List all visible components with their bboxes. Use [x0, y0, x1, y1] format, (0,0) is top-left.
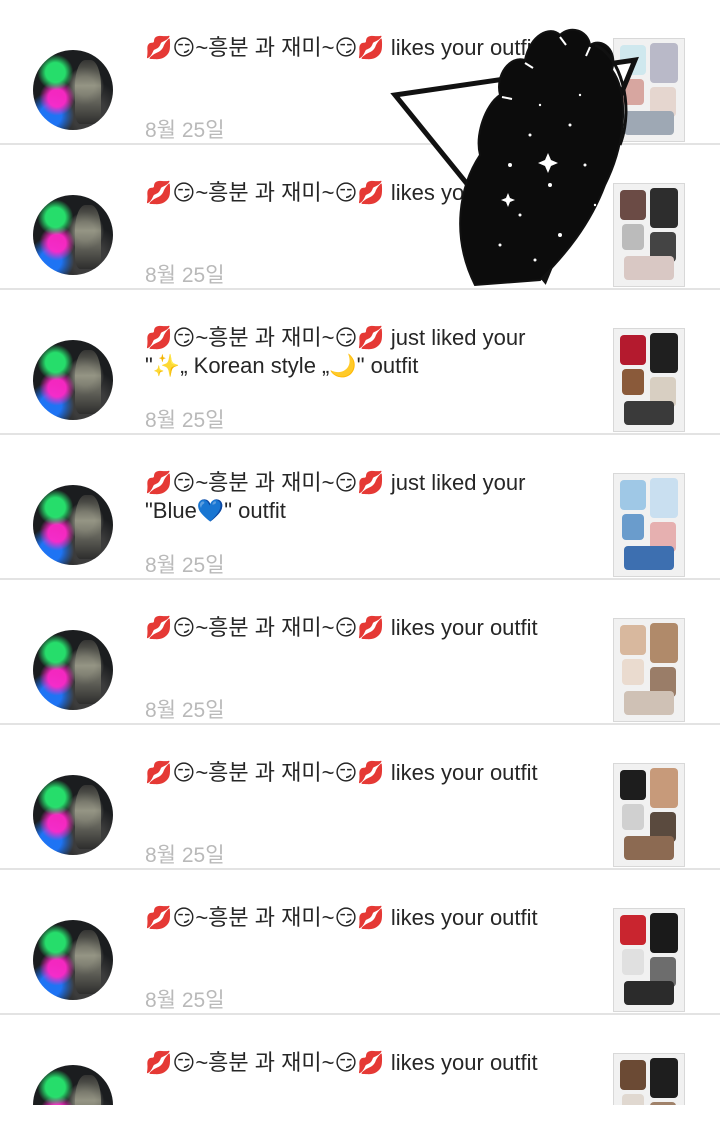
thumbnail-item: [622, 1094, 644, 1105]
notification-text: 💋😏~흥분 과 재미~😏💋 likes your outfit: [145, 759, 595, 787]
notification-date: 8월 25일: [145, 409, 225, 432]
user-avatar[interactable]: [33, 485, 113, 565]
thumbnail-item: [620, 625, 646, 655]
thumbnail-item: [650, 1058, 678, 1098]
thumbnail-item: [624, 111, 674, 135]
outfit-title[interactable]: "✨„ Korean style „🌙" outfit: [145, 352, 595, 380]
notification-text: 💋😏~흥분 과 재미~😏💋 likes your outfit: [145, 1049, 595, 1077]
thumbnail-item: [650, 768, 678, 808]
thumbnail-item: [650, 188, 678, 228]
notification-date: 8월 25일: [145, 699, 225, 722]
thumbnail-item: [650, 623, 678, 663]
user-avatar[interactable]: [33, 340, 113, 420]
notification-row[interactable]: 💋😏~흥분 과 재미~😏💋 likes your outfit 8월 25일: [0, 725, 720, 870]
notification-date: 8월 25일: [145, 554, 225, 577]
outfit-thumbnail[interactable]: [613, 763, 685, 867]
notification-text: 💋😏~흥분 과 재미~😏💋 likes your outfit: [145, 904, 595, 932]
thumbnail-item: [622, 369, 644, 395]
thumbnail-item: [622, 79, 644, 105]
outfit-thumbnail[interactable]: [613, 908, 685, 1012]
user-avatar[interactable]: [33, 775, 113, 855]
action-text: likes your outfit: [390, 35, 538, 60]
action-text: likes your outfit: [390, 615, 538, 640]
outfit-thumbnail[interactable]: [613, 1053, 685, 1105]
user-name[interactable]: 💋😏~흥분 과 재미~😏💋: [145, 760, 385, 785]
notification-text: 💋😏~흥분 과 재미~😏💋 likes your outfit: [145, 179, 595, 207]
thumbnail-item: [624, 256, 674, 280]
notification-text: 💋😏~흥분 과 재미~😏💋 just liked your "Blue💙" ou…: [145, 469, 595, 525]
thumbnail-item: [624, 401, 674, 425]
action-text: just liked your: [390, 470, 526, 495]
thumbnail-item: [624, 981, 674, 1005]
user-name[interactable]: 💋😏~흥분 과 재미~😏💋: [145, 470, 385, 495]
outfit-thumbnail[interactable]: [613, 328, 685, 432]
outfit-thumbnail[interactable]: [613, 618, 685, 722]
thumbnail-item: [650, 43, 678, 83]
thumbnail-item: [622, 659, 644, 685]
outfit-thumbnail[interactable]: [613, 183, 685, 287]
action-text: likes your outfit: [390, 180, 538, 205]
thumbnail-item: [620, 1060, 646, 1090]
user-name[interactable]: 💋😏~흥분 과 재미~😏💋: [145, 325, 385, 350]
action-text: likes your outfit: [390, 905, 538, 930]
thumbnail-item: [624, 836, 674, 860]
notification-text: 💋😏~흥분 과 재미~😏💋 likes your outfit: [145, 34, 595, 62]
outfit-thumbnail[interactable]: [613, 473, 685, 577]
thumbnail-item: [624, 691, 674, 715]
user-avatar[interactable]: [33, 920, 113, 1000]
notification-date: 8월 25일: [145, 844, 225, 867]
thumbnail-item: [620, 770, 646, 800]
thumbnail-item: [622, 949, 644, 975]
notification-row[interactable]: 💋😏~흥분 과 재미~😏💋 likes your outfit 8월 25일: [0, 145, 720, 290]
thumbnail-item: [620, 190, 646, 220]
notification-row[interactable]: 💋😏~흥분 과 재미~😏💋 likes your outfit: [0, 1015, 720, 1105]
action-text: just liked your: [390, 325, 526, 350]
action-text: likes your outfit: [390, 1050, 538, 1075]
thumbnail-item: [622, 804, 644, 830]
user-avatar[interactable]: [33, 50, 113, 130]
user-name[interactable]: 💋😏~흥분 과 재미~😏💋: [145, 905, 385, 930]
notification-row[interactable]: 💋😏~흥분 과 재미~😏💋 likes your outfit 8월 25일: [0, 870, 720, 1015]
outfit-title[interactable]: "Blue💙" outfit: [145, 497, 595, 525]
thumbnail-item: [620, 915, 646, 945]
notification-row[interactable]: 💋😏~흥분 과 재미~😏💋 likes your outfit 8월 25일: [0, 580, 720, 725]
outfit-thumbnail[interactable]: [613, 38, 685, 142]
notification-date: 8월 25일: [145, 119, 225, 142]
user-avatar[interactable]: [33, 1065, 113, 1105]
thumbnail-item: [620, 480, 646, 510]
notification-row[interactable]: 💋😏~흥분 과 재미~😏💋 just liked your "✨„ Korean…: [0, 290, 720, 435]
user-avatar[interactable]: [33, 195, 113, 275]
user-name[interactable]: 💋😏~흥분 과 재미~😏💋: [145, 1050, 385, 1075]
thumbnail-item: [620, 335, 646, 365]
thumbnail-item: [650, 333, 678, 373]
thumbnail-item: [620, 45, 646, 75]
notification-date: 8월 25일: [145, 264, 225, 287]
thumbnail-item: [622, 224, 644, 250]
notification-row[interactable]: 💋😏~흥분 과 재미~😏💋 just liked your "Blue💙" ou…: [0, 435, 720, 580]
user-name[interactable]: 💋😏~흥분 과 재미~😏💋: [145, 180, 385, 205]
notification-text: 💋😏~흥분 과 재미~😏💋 likes your outfit: [145, 614, 595, 642]
thumbnail-item: [624, 546, 674, 570]
thumbnail-item: [622, 514, 644, 540]
user-avatar[interactable]: [33, 630, 113, 710]
user-name[interactable]: 💋😏~흥분 과 재미~😏💋: [145, 35, 385, 60]
thumbnail-item: [650, 913, 678, 953]
thumbnail-item: [650, 478, 678, 518]
action-text: likes your outfit: [390, 760, 538, 785]
notification-text: 💋😏~흥분 과 재미~😏💋 just liked your "✨„ Korean…: [145, 324, 595, 380]
thumbnail-item: [650, 1102, 676, 1105]
notification-feed: 💋😏~흥분 과 재미~😏💋 likes your outfit 8월 25일 💋…: [0, 0, 720, 1144]
user-name[interactable]: 💋😏~흥분 과 재미~😏💋: [145, 615, 385, 640]
notification-row[interactable]: 💋😏~흥분 과 재미~😏💋 likes your outfit 8월 25일: [0, 0, 720, 145]
notification-date: 8월 25일: [145, 989, 225, 1012]
